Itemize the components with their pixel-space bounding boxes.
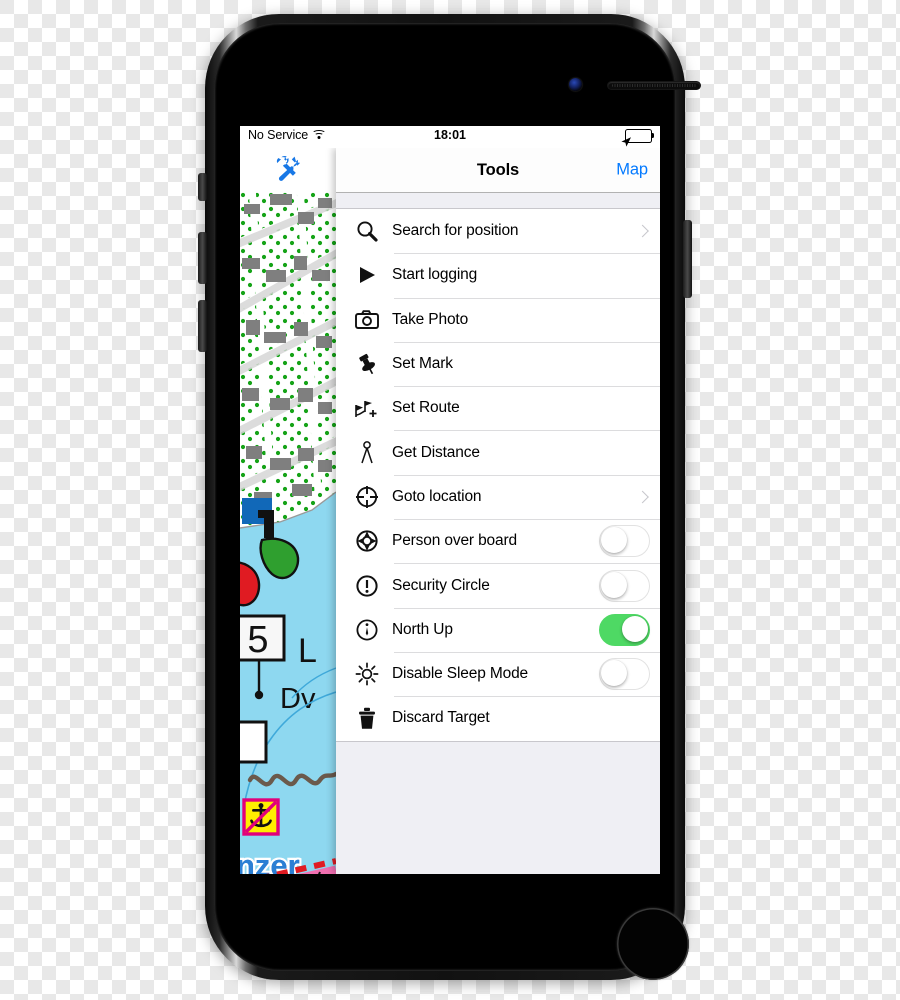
row-label: Search for position: [392, 222, 519, 240]
row-discard-target[interactable]: Discard Target: [336, 696, 660, 740]
chevron-right-icon: [636, 224, 649, 238]
svg-text:nzer: nzer: [240, 848, 300, 874]
magnifier-icon: [348, 220, 386, 242]
crosshair-icon: [348, 485, 386, 509]
map-strip[interactable]: 5 L Dv nzer nzer: [240, 148, 336, 874]
svg-text:5: 5: [247, 619, 268, 661]
chart-graphics: 5 L Dv nzer nzer: [240, 192, 336, 874]
row-security-circle[interactable]: Security Circle: [336, 563, 660, 607]
front-camera-icon: [569, 78, 582, 91]
camera-icon: [348, 309, 386, 330]
earpiece-speaker: [608, 82, 700, 89]
row-label: Disable Sleep Mode: [392, 665, 529, 683]
row-label: North Up: [392, 620, 453, 638]
play-icon: [348, 265, 386, 285]
row-disable-sleep-mode[interactable]: Disable Sleep Mode: [336, 651, 660, 696]
phone-screen: No Service 18:01 5 L Dv nzer nzer Tools …: [240, 126, 660, 874]
sun-icon: [348, 662, 386, 686]
status-bar: No Service 18:01: [240, 126, 660, 148]
lifebuoy-icon: [348, 529, 386, 553]
chevron-right-icon: [636, 490, 649, 504]
mute-switch-button[interactable]: [198, 173, 207, 201]
tools-panel: Tools Map Search for position Start logg…: [336, 148, 660, 874]
row-label: Get Distance: [392, 443, 480, 461]
route-flags-icon: [348, 397, 386, 419]
row-set-mark[interactable]: Set Mark: [336, 341, 660, 386]
row-get-distance[interactable]: Get Distance: [336, 430, 660, 474]
table-background: Search for position Start logging Take P…: [336, 193, 660, 860]
row-label: Discard Target: [392, 709, 490, 727]
divider-caliper-icon: [348, 440, 386, 465]
status-bar-clock: 18:01: [434, 128, 466, 142]
disable-sleep-mode-toggle[interactable]: [599, 658, 650, 691]
row-search-for-position[interactable]: Search for position: [336, 209, 660, 253]
power-button[interactable]: [683, 220, 692, 298]
tools-icon-header: [240, 148, 336, 192]
hammer-wrench-icon[interactable]: [273, 154, 303, 187]
no-anchoring-sign: [242, 798, 280, 836]
map-button[interactable]: Map: [616, 161, 648, 180]
trash-icon: [348, 707, 386, 730]
row-label: Person over board: [392, 532, 517, 550]
row-label: Start logging: [392, 266, 478, 284]
table-top-gap: [336, 193, 660, 208]
row-north-up[interactable]: North Up: [336, 607, 660, 652]
row-set-route[interactable]: Set Route: [336, 386, 660, 430]
navigation-bar: Tools Map: [336, 148, 660, 193]
row-label: Take Photo: [392, 310, 469, 328]
exclamation-circle-icon: [348, 574, 386, 598]
svg-text:L: L: [298, 632, 317, 670]
row-label: Security Circle: [392, 576, 490, 594]
status-bar-right: [620, 129, 655, 147]
row-goto-location[interactable]: Goto location: [336, 474, 660, 519]
tools-table: Search for position Start logging Take P…: [336, 208, 660, 742]
row-label: Set Route: [392, 399, 460, 417]
battery-full-icon: [625, 129, 655, 143]
security-circle-toggle[interactable]: [599, 569, 650, 602]
row-label: Goto location: [392, 487, 482, 505]
row-start-logging[interactable]: Start logging: [336, 253, 660, 297]
screenshot-canvas: No Service 18:01 5 L Dv nzer nzer Tools …: [0, 0, 900, 1000]
nautical-chart-canvas[interactable]: 5 L Dv nzer nzer: [240, 192, 336, 874]
row-label: Set Mark: [392, 355, 453, 373]
pushpin-icon: [348, 353, 386, 376]
row-take-photo[interactable]: Take Photo: [336, 297, 660, 342]
page-title: Tools: [476, 160, 520, 179]
home-button[interactable]: [617, 908, 689, 980]
person-over-board-toggle[interactable]: [599, 525, 650, 558]
row-person-over-board[interactable]: Person over board: [336, 519, 660, 563]
north-up-toggle[interactable]: [599, 613, 650, 646]
compass-needle-icon: [348, 618, 386, 642]
volume-up-button[interactable]: [198, 232, 207, 284]
volume-down-button[interactable]: [198, 300, 207, 352]
